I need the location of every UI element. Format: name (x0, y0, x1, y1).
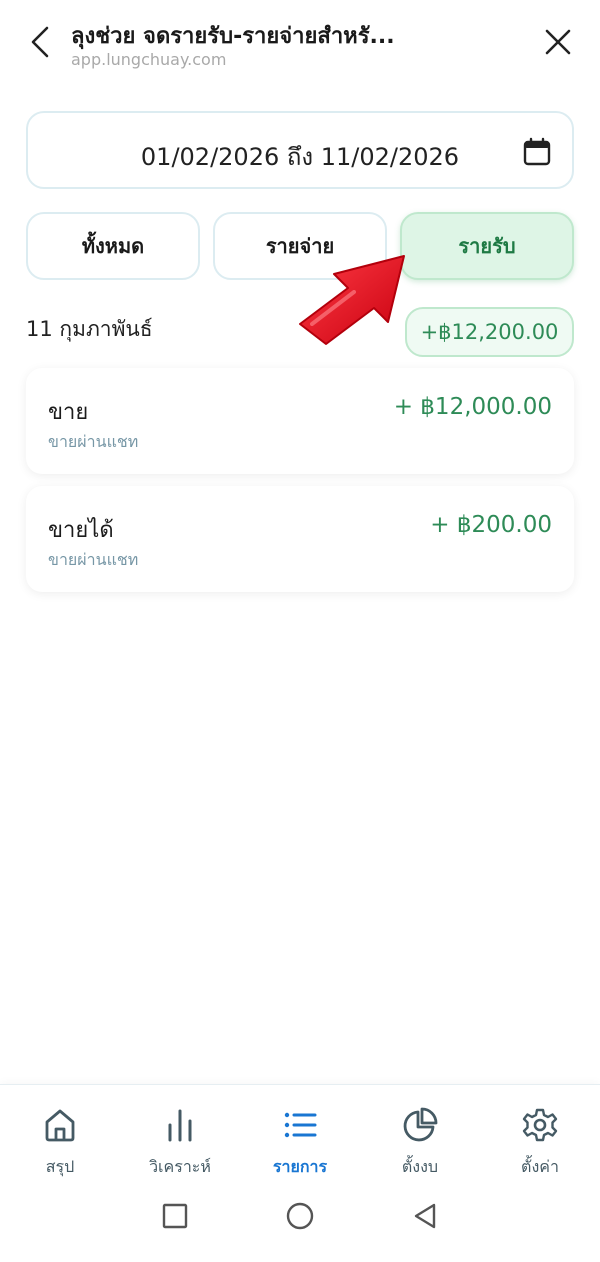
nav-item-budget[interactable]: ตั้งงบ (360, 1085, 480, 1181)
filter-tab-all[interactable]: ทั้งหมด (26, 212, 200, 280)
day-group-date: 11 กุมภาพันธ์ (26, 317, 153, 341)
recents-button[interactable] (155, 1196, 195, 1236)
square-icon (162, 1203, 188, 1229)
nav-label: สรุป (45, 1157, 75, 1176)
circle-icon (286, 1202, 314, 1230)
nav-label: วิเคราะห์ (149, 1157, 211, 1176)
bottom-nav: สรุป วิเคราะห์ รายการ ตั้งงบ ตั้งค่า (0, 1084, 600, 1180)
back-button[interactable] (22, 22, 58, 62)
transaction-card[interactable]: ขายได้ ขายผ่านแชท + ฿200.00 (26, 486, 574, 592)
home-icon (45, 1109, 75, 1142)
nav-item-settings[interactable]: ตั้งค่า (480, 1085, 600, 1181)
calendar-icon[interactable] (522, 137, 552, 167)
gear-icon (522, 1108, 558, 1142)
nav-label: รายการ (272, 1157, 328, 1176)
app-header: ลุงช่วย จดรายรับ-รายจ่ายสำหรั... app.lun… (0, 0, 600, 88)
transaction-card[interactable]: ขาย ขายผ่านแชท + ฿12,000.00 (26, 368, 574, 474)
day-group-total-badge: +฿12,200.00 (405, 307, 574, 357)
red-arrow-icon (299, 255, 405, 345)
triangle-back-icon (414, 1203, 436, 1229)
system-back-button[interactable] (405, 1196, 445, 1236)
page-title: ลุงช่วย จดรายรับ-รายจ่ายสำหรั... (71, 24, 395, 49)
nav-item-summary[interactable]: สรุป (0, 1085, 120, 1181)
close-button[interactable] (538, 22, 578, 62)
transaction-amount: + ฿12,000.00 (393, 394, 552, 420)
transaction-amount: + ฿200.00 (430, 512, 552, 538)
transaction-name: ขาย (48, 400, 89, 425)
nav-label: ตั้งงบ (401, 1157, 439, 1176)
transaction-category: ขายผ่านแชท (48, 550, 139, 569)
close-icon (545, 29, 571, 55)
pie-chart-icon (403, 1107, 438, 1142)
list-icon (284, 1112, 317, 1138)
bar-chart-icon (168, 1109, 192, 1142)
page-url: app.lungchuay.com (71, 50, 227, 69)
nav-label: ตั้งค่า (521, 1157, 559, 1176)
date-range-picker[interactable]: 01/02/2026 ถึง 11/02/2026 (26, 111, 574, 189)
filter-tab-income[interactable]: รายรับ (400, 212, 574, 280)
date-range-label: 01/02/2026 ถึง 11/02/2026 (140, 143, 460, 171)
home-button[interactable] (280, 1196, 320, 1236)
nav-item-analytics[interactable]: วิเคราะห์ (120, 1085, 240, 1181)
transaction-category: ขายผ่านแชท (48, 432, 139, 451)
transaction-name: ขายได้ (48, 518, 114, 543)
system-nav-bar (0, 1180, 600, 1262)
chevron-left-icon (31, 26, 49, 58)
nav-item-transactions[interactable]: รายการ (240, 1085, 360, 1181)
